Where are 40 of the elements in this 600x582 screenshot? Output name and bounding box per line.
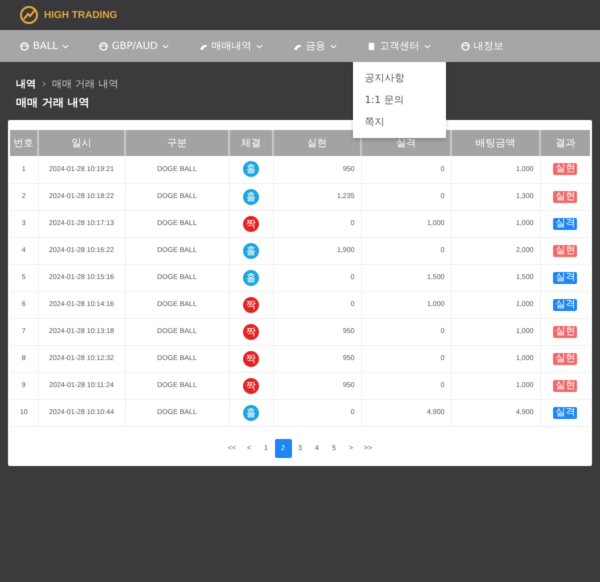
column-header: 실현	[273, 130, 361, 156]
pick-circle: 짝	[243, 350, 259, 366]
pick-circle: 홀	[243, 242, 259, 258]
result-badge: 실현	[553, 163, 578, 176]
menu-item[interactable]: 공지사항	[352, 67, 446, 89]
brand-name[interactable]: HIGH TRADING	[44, 10, 118, 20]
column-header: 결과	[540, 130, 590, 156]
result-badge: 실격	[553, 298, 578, 310]
result-badge: 실격	[553, 272, 578, 284]
column-header: 체결	[229, 130, 273, 156]
column-header: 구분	[125, 130, 229, 156]
pick-circle: 홀	[243, 270, 259, 286]
chevron-right-icon	[42, 81, 46, 87]
column-header: 배팅금액	[451, 130, 540, 156]
menu-item[interactable]: 쪽지	[352, 111, 446, 133]
page-title: 매매 거래 내역	[16, 95, 90, 110]
column-header: 일시	[38, 130, 125, 156]
document-icon	[366, 42, 376, 50]
pick-circle: 짝	[243, 324, 259, 340]
result-badge: 실현	[553, 244, 578, 256]
globe-icon	[460, 42, 470, 50]
result-badge: 실현	[553, 380, 578, 392]
menu-item[interactable]: 1:1 문의	[352, 89, 446, 111]
pick-circle: 짝	[243, 216, 259, 232]
column-header: 번호	[10, 130, 38, 156]
logo-icon	[19, 5, 39, 25]
result-badge: 실현	[553, 326, 578, 338]
pick-circle: 홀	[243, 188, 259, 204]
pick-circle: 짝	[243, 378, 259, 394]
result-badge: 실현	[553, 352, 578, 364]
pick-circle: 홀	[243, 404, 259, 420]
result-badge: 실격	[553, 406, 578, 418]
globe-icon	[20, 42, 29, 50]
breadcrumb-link[interactable]: 내역	[16, 77, 36, 91]
pick-circle: 홀	[243, 161, 259, 178]
globe-icon	[98, 42, 108, 50]
result-badge: 실현	[553, 190, 578, 202]
breadcrumb-link[interactable]: 매매 거래 내역	[52, 77, 118, 91]
result-badge: 실격	[553, 218, 578, 230]
pick-circle: 짝	[243, 296, 259, 312]
